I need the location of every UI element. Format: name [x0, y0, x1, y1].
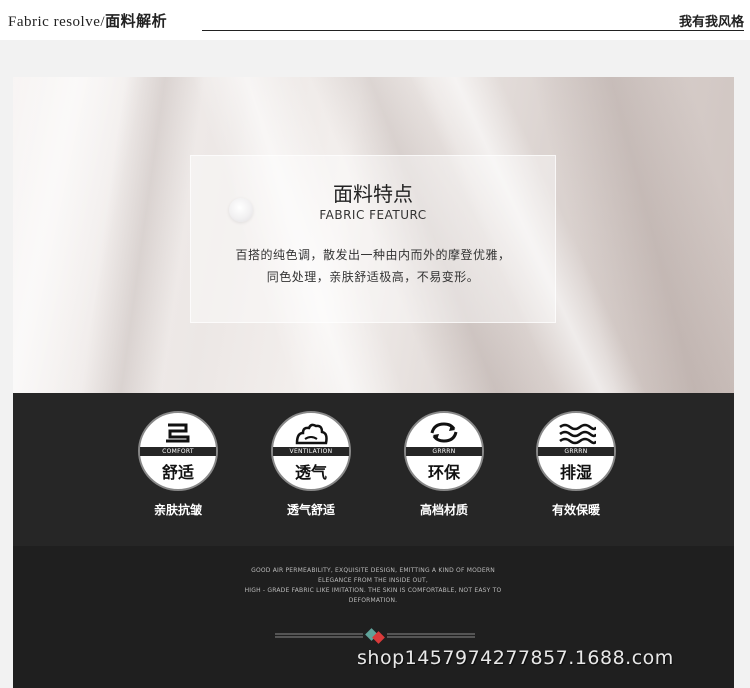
feature-band-label: COMFORT	[140, 447, 216, 456]
section-title: Fabric resolve/面料解析	[8, 10, 167, 31]
feature-band-label: VENTILATION	[273, 447, 349, 456]
feature-badge: VENTILATION 透气	[271, 411, 351, 491]
feature-caption: 有效保暖	[551, 503, 600, 517]
feature-badge: GRRRN 排湿	[536, 411, 616, 491]
feature-caption: 亲肤抗皱	[153, 503, 202, 517]
english-desc-line: HIGH - GRADE FABRIC LIKE IMITATION. THE …	[244, 587, 502, 594]
section-title-en: Fabric resolve/	[8, 14, 106, 30]
header-slogan: 我有我风格	[678, 15, 744, 30]
comfort-icon	[166, 423, 190, 443]
shop-watermark: shop1457974277857.1688.com	[357, 647, 674, 669]
ventilation-icon	[295, 423, 328, 445]
feature-band-label: GRRRN	[406, 447, 482, 456]
feature-caption: 高档材质	[419, 503, 468, 517]
feature-eco: GRRRN 环保 高档材质	[399, 411, 489, 518]
features-band: COMFORT 舒适 亲肤抗皱 VENTILATION 透气 透气舒适 GRRR…	[13, 393, 734, 546]
panel-description: 百搭的纯色调，散发出一种由内而外的摩登优雅， 同色处理，亲肤舒适极高，不易变形。	[191, 244, 555, 288]
feature-name: 环保	[427, 463, 460, 482]
panel-subtitle: FABRIC FEATURC	[319, 208, 427, 222]
feature-caption: 透气舒适	[286, 503, 335, 517]
english-desc-line: ELEGANCE FROM THE INSIDE OUT,	[318, 577, 428, 584]
feature-moisture: GRRRN 排湿 有效保暖	[531, 411, 621, 518]
fabric-photo: 面料特点 FABRIC FEATURC 百搭的纯色调，散发出一种由内而外的摩登优…	[13, 77, 734, 393]
english-desc-line: DEFORMATION.	[348, 597, 398, 604]
feature-ventilation: VENTILATION 透气 透气舒适	[266, 411, 356, 518]
page-header: Fabric resolve/面料解析 我有我风格	[0, 0, 750, 40]
section-title-cn: 面料解析	[105, 14, 168, 30]
feature-name: 透气	[294, 463, 327, 482]
english-desc-line: GOOD AIR PERMEABILITY, EXQUISITE DESIGN,…	[251, 567, 495, 574]
panel-desc-line: 百搭的纯色调，散发出一种由内而外的摩登优雅，	[235, 248, 511, 262]
header-divider	[202, 30, 744, 31]
waves-icon	[559, 423, 596, 445]
panel-title: 面料特点	[333, 182, 413, 206]
panel-desc-line: 同色处理，亲肤舒适极高，不易变形。	[266, 270, 480, 284]
recycle-icon	[430, 422, 458, 443]
feature-badge: COMFORT 舒适	[138, 411, 218, 491]
feature-name: 舒适	[161, 463, 194, 482]
feature-panel: 面料特点 FABRIC FEATURC 百搭的纯色调，散发出一种由内而外的摩登优…	[190, 155, 556, 323]
feature-name: 排湿	[559, 463, 592, 482]
diamond-ornament-icon	[275, 628, 475, 644]
feature-band-label: GRRRN	[538, 447, 614, 456]
feature-comfort: COMFORT 舒适 亲肤抗皱	[133, 411, 223, 518]
feature-badge: GRRRN 环保	[404, 411, 484, 491]
